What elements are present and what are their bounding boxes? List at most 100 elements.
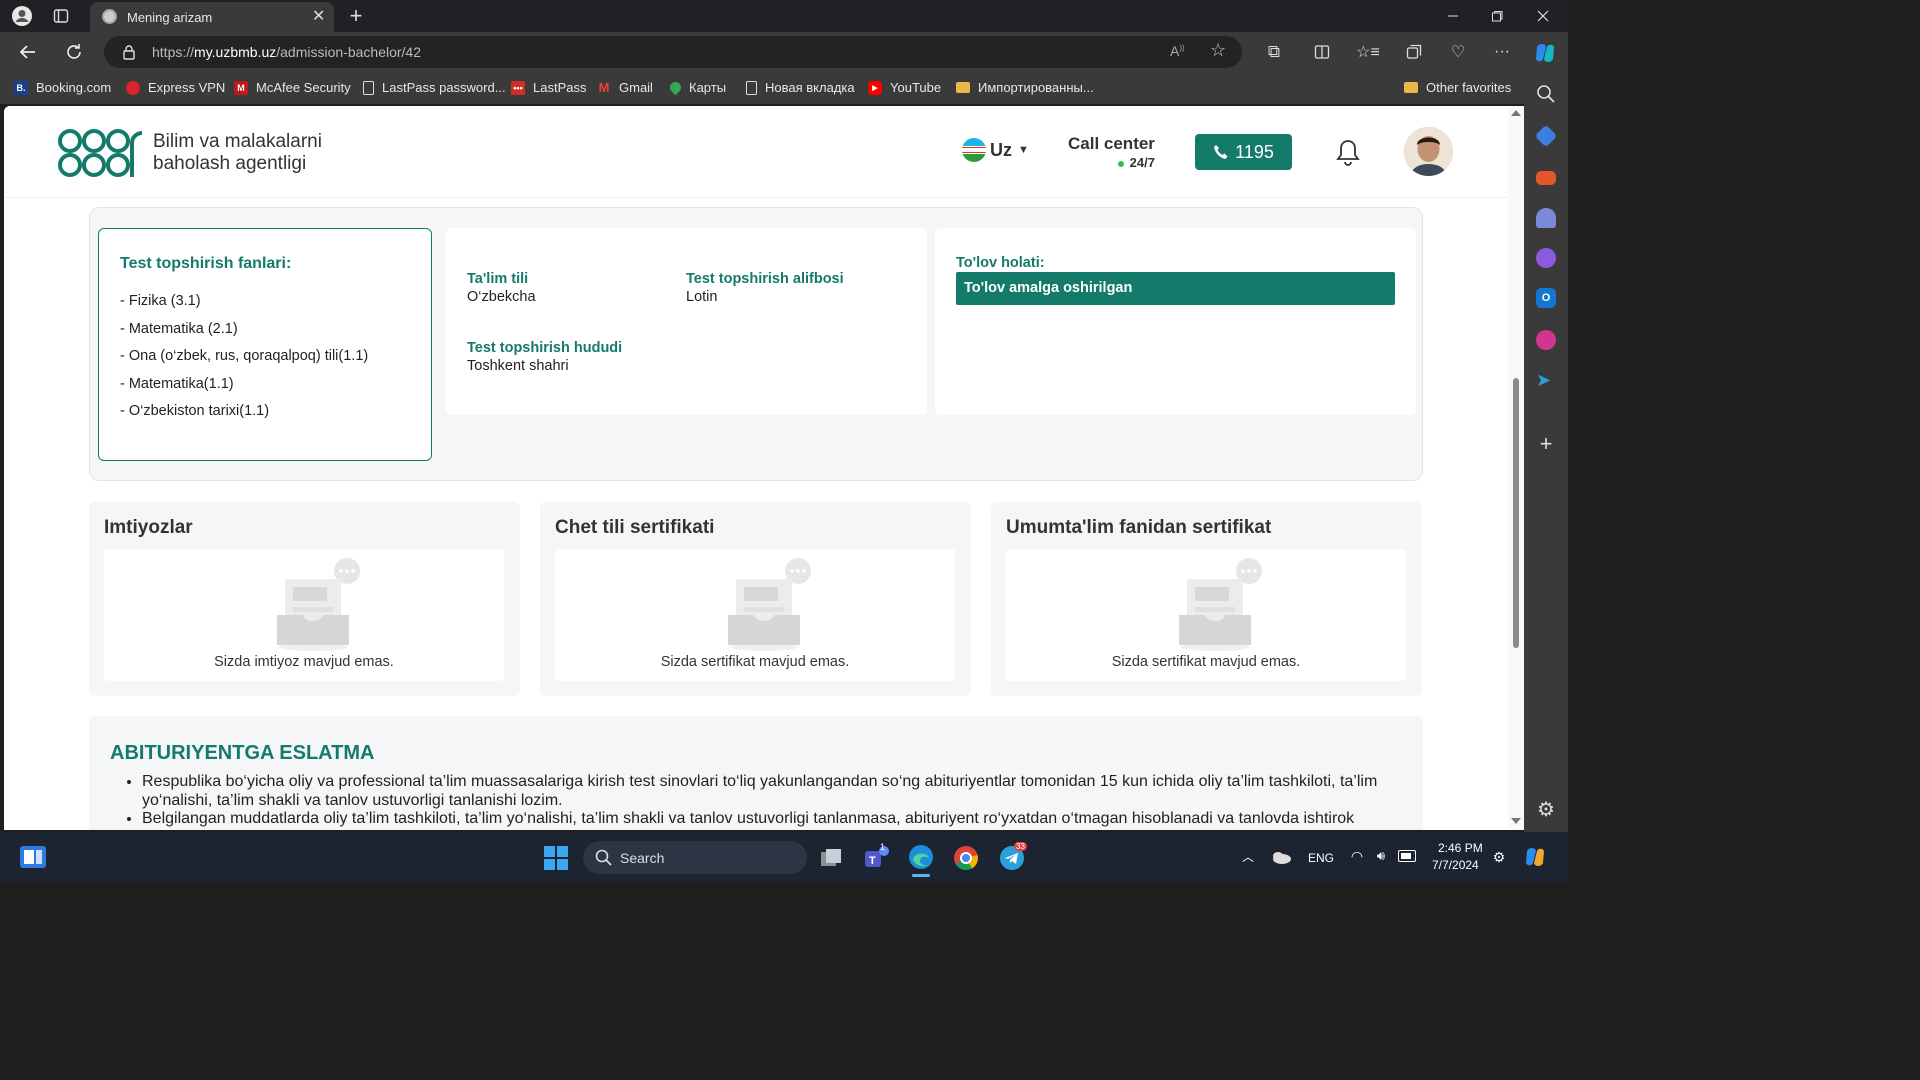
favorites-icon[interactable]: ☆≡: [1356, 40, 1380, 64]
telegram-icon[interactable]: 33: [998, 842, 1027, 872]
bookmark-label: LastPass: [533, 80, 587, 95]
input-language[interactable]: ENG: [1308, 851, 1334, 865]
copilot-icon[interactable]: [1532, 40, 1558, 66]
show-hidden-icons-icon[interactable]: ︿: [1240, 848, 1256, 864]
user-avatar[interactable]: [1404, 127, 1453, 176]
bookmark-label: McAfee Security: [256, 80, 351, 95]
empty-message: Sizda sertifikat mavjud emas.: [660, 654, 850, 670]
start-windows-icon[interactable]: [543, 845, 569, 871]
notification-center-icon[interactable]: ⚙: [1490, 848, 1508, 866]
restore-icon[interactable]: [1474, 0, 1520, 32]
onedrive-icon[interactable]: [1270, 848, 1292, 866]
exam-details-card: Ta'lim tili O‘zbekcha Test topshirish al…: [446, 228, 927, 415]
collections-icon[interactable]: [1402, 40, 1426, 64]
address-bar[interactable]: https://my.uzbmb.uz/admission-bachelor/4…: [104, 36, 1242, 68]
online-dot-icon: [1117, 160, 1124, 167]
shopping-tag-icon[interactable]: [1534, 124, 1558, 148]
bookmark-youtube[interactable]: ▶ YouTube: [868, 80, 941, 95]
volume-icon[interactable]: 🔊︎: [1372, 848, 1390, 864]
minimize-icon[interactable]: [1430, 0, 1476, 32]
more-menu-icon[interactable]: ···: [1490, 40, 1514, 64]
widgets-pane-left: [24, 850, 34, 864]
outlook-icon[interactable]: O: [1536, 288, 1556, 308]
subject-item: - Fizika (3.1): [120, 293, 201, 309]
copilot-sidebar-icon[interactable]: [1536, 248, 1556, 268]
bookmark-label: Карты: [689, 80, 727, 95]
browser-essentials-icon[interactable]: ♡: [1446, 40, 1470, 64]
chrome-icon[interactable]: [952, 844, 980, 872]
navigation-bar: https://my.uzbmb.uz/admission-bachelor/4…: [0, 32, 1568, 72]
scroll-down-icon[interactable]: [1511, 818, 1521, 824]
telegram-sidebar-icon[interactable]: ➤: [1536, 370, 1556, 390]
edge-icon[interactable]: [906, 842, 936, 877]
mcafee-icon: M: [234, 80, 248, 95]
bookmark-gmail[interactable]: M Gmail: [597, 80, 653, 95]
subjects-title: Test topshirish fanlari:: [120, 255, 292, 272]
teams-badge: 1: [880, 842, 886, 852]
bookmark-booking[interactable]: B. Booking.com: [14, 80, 111, 95]
benefits-card: Imtiyozlar Sizda imtiyoz mavjud emas.: [89, 502, 520, 696]
subject-item: - O‘zbekiston tarixi(1.1): [120, 403, 270, 419]
teams-icon[interactable]: T 1: [862, 842, 890, 872]
site-header: Bilim va malakalarni baholash agentligi …: [4, 106, 1508, 198]
url-prefix: https://: [152, 44, 195, 60]
expressvpn-icon: [126, 80, 140, 95]
favorite-star-icon[interactable]: ☆: [1210, 40, 1226, 61]
region-label: Test topshirish hududi: [467, 340, 623, 356]
taskbar-search[interactable]: Search: [583, 841, 807, 874]
reminder-item: Belgilangan muddatlarda oliy ta’lim tash…: [142, 810, 1402, 829]
payment-card: To'lov holati: To'lov amalga oshirilgan: [935, 228, 1416, 415]
task-view-icon[interactable]: [818, 846, 844, 870]
bookmark-label: Импортированны...: [978, 80, 1094, 95]
bookmark-mcafee[interactable]: M McAfee Security: [234, 80, 351, 95]
tools-icon[interactable]: [1536, 171, 1556, 185]
battery-icon[interactable]: [1398, 850, 1416, 862]
scroll-up-icon[interactable]: [1511, 110, 1521, 116]
read-aloud-icon[interactable]: A)): [1170, 43, 1185, 59]
page-scrollbar[interactable]: [1508, 106, 1524, 830]
extensions-icon[interactable]: ⧉: [1262, 40, 1286, 64]
bookmark-label: LastPass password...: [382, 80, 506, 95]
bbba-logo-icon[interactable]: [58, 127, 146, 179]
booking-icon: B.: [14, 80, 28, 95]
tab-close-icon[interactable]: ✕: [312, 9, 325, 25]
bookmark-other-favorites[interactable]: Other favorites: [1404, 80, 1511, 95]
bookmark-label: Booking.com: [36, 80, 112, 95]
bookmark-lastpass[interactable]: ••• LastPass: [511, 80, 586, 95]
bookmark-label: YouTube: [890, 80, 942, 95]
bookmark-lastpass-password[interactable]: LastPass password...: [363, 80, 506, 95]
bookmark-imported-folder[interactable]: Импортированны...: [956, 80, 1094, 95]
lock-icon[interactable]: [122, 44, 136, 60]
phone-call-button[interactable]: 1195: [1195, 134, 1292, 170]
copilot-taskbar-icon[interactable]: [1522, 844, 1548, 870]
web-page: Bilim va malakalarni baholash agentligi …: [4, 106, 1508, 830]
clock-time[interactable]: 2:46 PM: [1438, 841, 1483, 855]
clock-date[interactable]: 7/7/2024: [1432, 858, 1479, 872]
tab-active[interactable]: Mening arizam ✕: [90, 2, 334, 32]
bookmark-maps[interactable]: Карты: [667, 79, 727, 96]
tab-actions-icon[interactable]: [50, 6, 72, 26]
call-hours-text: 24/7: [1129, 155, 1155, 170]
bookmarks-bar: B. Booking.com Express VPN M McAfee Securi…: [0, 72, 1568, 104]
bookmark-new-tab[interactable]: Новая вкладка: [746, 80, 855, 95]
close-window-icon[interactable]: [1520, 0, 1566, 32]
settings-gear-icon[interactable]: ⚙: [1536, 800, 1556, 820]
language-selector[interactable]: Uz ▼: [962, 138, 1029, 162]
refresh-icon[interactable]: [62, 40, 86, 64]
subjects-list: - Fizika (3.1) - Matematika (2.1) - Ona …: [120, 293, 368, 431]
search-icon[interactable]: [1536, 84, 1556, 104]
agency-name: Bilim va malakalarni baholash agentligi: [153, 131, 322, 175]
games-icon[interactable]: [1536, 208, 1556, 228]
scrollbar-thumb[interactable]: [1513, 378, 1519, 648]
notification-bell-icon[interactable]: [1336, 138, 1360, 166]
profile-icon[interactable]: [10, 4, 34, 28]
wifi-icon[interactable]: ◠: [1348, 848, 1366, 864]
widgets-icon[interactable]: [20, 846, 46, 868]
split-screen-icon[interactable]: [1310, 40, 1334, 64]
designer-icon[interactable]: [1536, 330, 1556, 350]
back-icon[interactable]: [16, 40, 40, 64]
new-tab-icon[interactable]: +: [344, 3, 368, 28]
bookmark-expressvpn[interactable]: Express VPN: [126, 80, 225, 95]
subjects-card: Test topshirish fanlari: - Fizika (3.1) …: [98, 228, 432, 461]
add-sidebar-icon[interactable]: +: [1536, 433, 1556, 455]
